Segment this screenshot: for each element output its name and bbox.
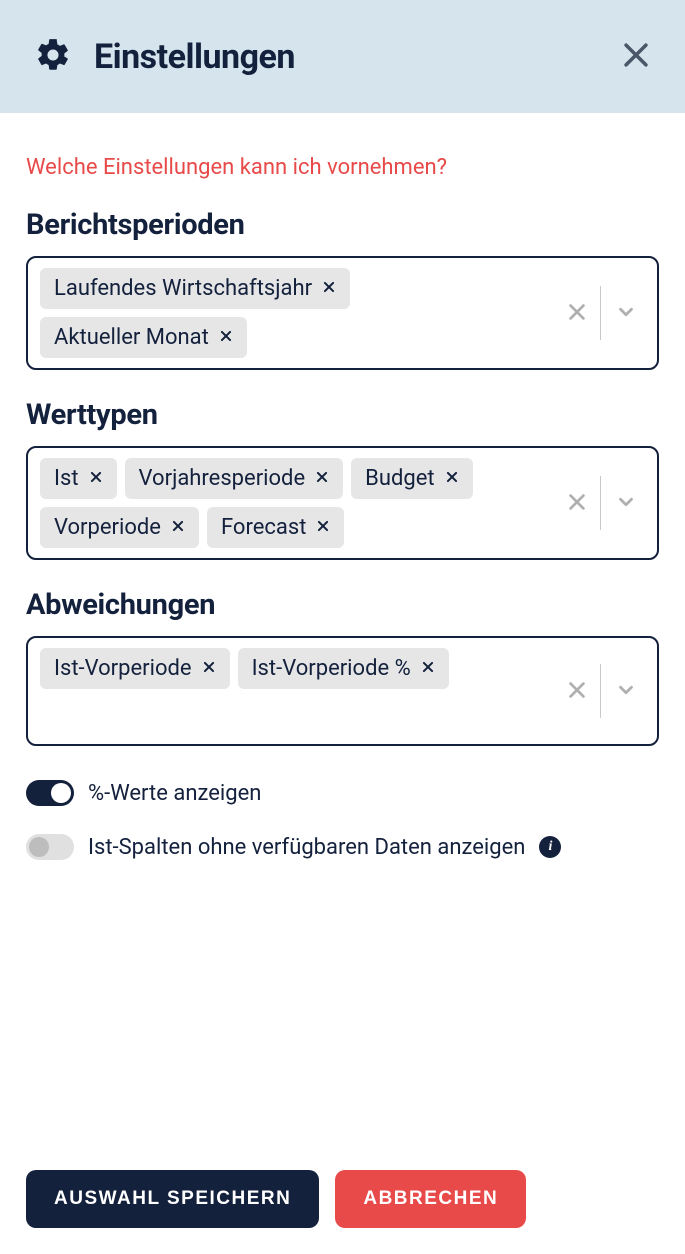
section-periods: Berichtsperioden Laufendes Wirtschaftsja… (26, 208, 659, 370)
chevron-down-icon (615, 491, 637, 516)
chip-remove-button[interactable] (217, 329, 235, 346)
chip: Laufendes Wirtschaftsjahr (40, 268, 350, 309)
save-button[interactable]: AUSWAHL SPEICHERN (26, 1170, 319, 1228)
chip-label: Aktueller Monat (54, 325, 209, 350)
multiselect-periods[interactable]: Laufendes Wirtschaftsjahr Aktueller Mona… (26, 256, 659, 370)
chips-area: Ist-Vorperiode Ist-Vorperiode % (28, 638, 552, 744)
multiselect-valuetypes[interactable]: Ist Vorjahresperiode Budget Vorperiode F… (26, 446, 659, 560)
close-icon (619, 60, 653, 75)
x-icon (315, 470, 329, 487)
toggles-group: %-Werte anzeigen Ist-Spalten ohne verfüg… (26, 780, 659, 888)
chip-remove-button[interactable] (314, 519, 332, 536)
multiselect-controls (552, 258, 657, 368)
toggle-knob (29, 837, 49, 857)
x-icon (421, 660, 435, 677)
multiselect-deviations[interactable]: Ist-Vorperiode Ist-Vorperiode % (26, 636, 659, 746)
info-icon: i (549, 839, 553, 855)
toggle-knob (51, 783, 71, 803)
section-title-valuetypes: Werttypen (26, 398, 659, 432)
chip: Forecast (207, 507, 344, 548)
chip: Vorperiode (40, 507, 199, 548)
chip-label: Vorperiode (54, 515, 161, 540)
chip-remove-button[interactable] (443, 470, 461, 487)
chip: Ist-Vorperiode (40, 648, 230, 689)
section-title-deviations: Abweichungen (26, 588, 659, 622)
chip-remove-button[interactable] (87, 470, 105, 487)
dropdown-toggle-button[interactable] (609, 673, 643, 710)
chips-area: Laufendes Wirtschaftsjahr Aktueller Mona… (28, 258, 552, 368)
chip-remove-button[interactable] (200, 660, 218, 677)
chevron-down-icon (615, 301, 637, 326)
chip-label: Laufendes Wirtschaftsjahr (54, 276, 312, 301)
chip-remove-button[interactable] (419, 660, 437, 677)
chip-label: Forecast (221, 515, 306, 540)
chip-label: Ist-Vorperiode (54, 656, 192, 681)
chip: Aktueller Monat (40, 317, 247, 358)
chip-remove-button[interactable] (320, 280, 338, 297)
x-icon (445, 470, 459, 487)
x-icon (171, 519, 185, 536)
toggle-row-percent: %-Werte anzeigen (26, 780, 659, 806)
x-icon (566, 301, 588, 326)
dialog-footer: AUSWAHL SPEICHERN ABBRECHEN (26, 1170, 659, 1228)
multiselect-controls (552, 448, 657, 558)
toggle-row-nodata: Ist-Spalten ohne verfügbaren Daten anzei… (26, 834, 659, 860)
dropdown-toggle-button[interactable] (609, 295, 643, 332)
chip: Ist-Vorperiode % (238, 648, 449, 689)
toggle-label-percent: %-Werte anzeigen (88, 781, 261, 806)
chip-remove-button[interactable] (313, 470, 331, 487)
chip-remove-button[interactable] (169, 519, 187, 536)
multiselect-controls (552, 638, 657, 744)
toggle-label-nodata: Ist-Spalten ohne verfügbaren Daten anzei… (88, 835, 525, 860)
chip: Vorjahresperiode (125, 458, 344, 499)
chip-label: Ist (54, 466, 79, 491)
dialog-title: Einstellungen (94, 37, 295, 77)
x-icon (322, 280, 336, 297)
section-deviations: Abweichungen Ist-Vorperiode Ist-Vorperio… (26, 588, 659, 746)
dialog-header: Einstellungen (0, 0, 685, 113)
x-icon (89, 470, 103, 487)
x-icon (202, 660, 216, 677)
divider (600, 476, 601, 530)
section-title-periods: Berichtsperioden (26, 208, 659, 242)
chip-label: Vorjahresperiode (139, 466, 306, 491)
dialog-content: Welche Einstellungen kann ich vornehmen?… (0, 113, 685, 1254)
clear-all-button[interactable] (560, 673, 594, 710)
toggle-nodata[interactable] (26, 834, 74, 860)
info-button[interactable]: i (539, 836, 561, 858)
chip: Ist (40, 458, 117, 499)
clear-all-button[interactable] (560, 485, 594, 522)
dropdown-toggle-button[interactable] (609, 485, 643, 522)
chips-area: Ist Vorjahresperiode Budget Vorperiode F… (28, 448, 552, 558)
toggle-percent[interactable] (26, 780, 74, 806)
cancel-button[interactable]: ABBRECHEN (335, 1170, 526, 1228)
chevron-down-icon (615, 679, 637, 704)
chip-label: Ist-Vorperiode % (252, 656, 411, 681)
clear-all-button[interactable] (560, 295, 594, 332)
x-icon (566, 491, 588, 516)
section-valuetypes: Werttypen Ist Vorjahresperiode Budget Vo… (26, 398, 659, 560)
gear-icon (34, 36, 72, 78)
close-button[interactable] (615, 34, 657, 79)
divider (600, 286, 601, 340)
header-left: Einstellungen (34, 36, 295, 78)
x-icon (316, 519, 330, 536)
x-icon (219, 329, 233, 346)
divider (600, 664, 601, 718)
chip: Budget (351, 458, 472, 499)
x-icon (566, 679, 588, 704)
help-link[interactable]: Welche Einstellungen kann ich vornehmen? (26, 155, 659, 180)
chip-label: Budget (365, 466, 434, 491)
